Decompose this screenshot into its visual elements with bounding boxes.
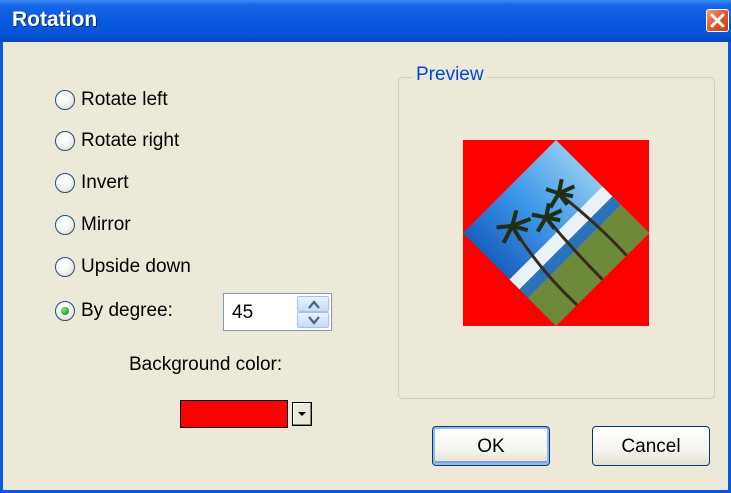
close-icon <box>710 13 725 28</box>
radio-label: Invert <box>81 172 129 193</box>
radio-rotate-left[interactable]: Rotate left <box>55 87 168 113</box>
chevron-down-icon <box>308 316 320 325</box>
background-color-label: Background color: <box>129 354 283 375</box>
radio-label: Mirror <box>81 214 131 235</box>
degree-input[interactable]: 45 <box>232 302 253 324</box>
dropdown-arrow-button[interactable] <box>292 402 312 426</box>
title-bar: Rotation <box>0 0 731 42</box>
radio-button[interactable] <box>55 173 75 193</box>
ok-button[interactable]: OK <box>432 426 550 466</box>
degree-spinbox[interactable]: 45 <box>223 293 332 331</box>
spin-buttons <box>297 296 329 328</box>
radio-button[interactable] <box>55 131 75 151</box>
chevron-down-icon <box>298 412 306 416</box>
preview-group: Preview <box>398 64 715 399</box>
radio-label: By degree: <box>81 300 173 321</box>
radio-rotate-right[interactable]: Rotate right <box>55 128 179 154</box>
spin-down-button[interactable] <box>297 312 329 328</box>
preview-image <box>463 140 649 326</box>
radio-button[interactable] <box>55 257 75 277</box>
radio-invert[interactable]: Invert <box>55 170 129 196</box>
radio-label: Upside down <box>81 256 191 277</box>
radio-button-checked[interactable] <box>55 301 75 321</box>
spin-up-button[interactable] <box>297 296 329 312</box>
color-swatch[interactable] <box>180 400 288 428</box>
chevron-up-icon <box>308 300 320 309</box>
cancel-button[interactable]: Cancel <box>592 426 710 466</box>
close-button[interactable] <box>706 9 729 32</box>
radio-label: Rotate right <box>81 130 180 151</box>
radio-upside-down[interactable]: Upside down <box>55 254 191 280</box>
background-color-picker[interactable] <box>180 400 317 428</box>
preview-title: Preview <box>413 64 487 86</box>
radio-by-degree[interactable]: By degree: <box>55 298 173 324</box>
rotation-dialog: Rotation Rotate left Rotate right Invert… <box>0 0 731 493</box>
radio-label: Rotate left <box>81 89 168 110</box>
radio-button[interactable] <box>55 215 75 235</box>
window-title: Rotation <box>12 8 98 31</box>
radio-button[interactable] <box>55 90 75 110</box>
radio-mirror[interactable]: Mirror <box>55 212 131 238</box>
